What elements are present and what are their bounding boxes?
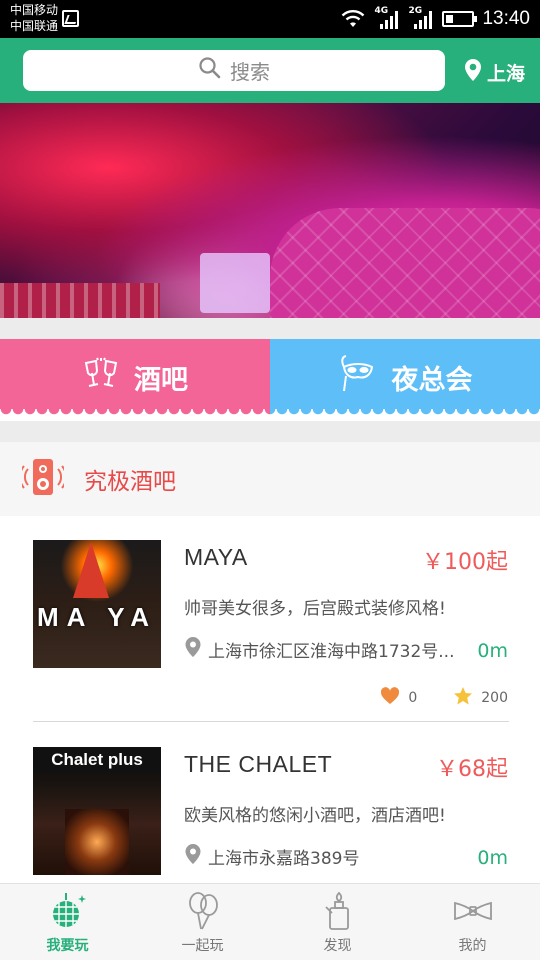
thumbnail-sign-text: Chalet plus (33, 747, 161, 773)
venue-price: ￥100起 (422, 550, 508, 575)
tab-discover-label: 发现 (323, 938, 352, 954)
category-bar-label: 酒吧 (134, 364, 188, 396)
city-selector[interactable]: 上海 (464, 58, 525, 87)
venue-card[interactable]: Chalet plus THE CHALET ￥68起 欧美风格的悠闲小酒吧，酒… (0, 722, 540, 883)
scalloped-divider (0, 409, 540, 421)
category-bar[interactable]: 酒吧 (0, 339, 270, 415)
tab-play[interactable]: 我要玩 (0, 884, 135, 960)
venue-metrics: 0 200 (380, 686, 508, 710)
likes-count[interactable]: 0 (380, 687, 417, 709)
masquerade-mask-icon (338, 354, 378, 400)
carrier-1: 中国移动 (10, 3, 59, 17)
venue-address-text: 上海市永嘉路389号 (208, 849, 360, 869)
venue-name: MAYA (184, 544, 248, 570)
carrier-2: 中国联通 (10, 19, 59, 33)
balloons-icon (183, 891, 223, 931)
speaker-icon (19, 457, 67, 501)
tab-play-label: 我要玩 (46, 938, 89, 954)
star-icon (453, 686, 473, 710)
wifi-icon (340, 9, 366, 29)
heart-icon (380, 687, 400, 709)
bottom-tab-bar: 我要玩 一起玩 发现 我的 (0, 883, 540, 960)
tab-together-label: 一起玩 (181, 938, 224, 954)
venue-address-text: 上海市徐汇区淮海中路1732号... (208, 642, 455, 662)
venue-distance: 0m (477, 847, 508, 869)
venue-address: 上海市徐汇区淮海中路1732号... (184, 636, 464, 663)
tab-together[interactable]: 一起玩 (135, 884, 270, 960)
status-indicators: 4G 2G 13:40 (340, 6, 530, 32)
lighter-icon (318, 891, 358, 931)
gallery-notification-icon (62, 10, 79, 27)
tab-mine-label: 我的 (458, 938, 487, 954)
tab-mine[interactable]: 我的 (405, 884, 540, 960)
app-header: 搜索 上海 (0, 38, 540, 103)
carrier-info: 中国移动 中国联通 (10, 2, 58, 34)
net-type-1: 4G (374, 6, 389, 16)
venue-thumbnail: MA YA (33, 540, 161, 668)
signal-4g-icon: 4G (374, 6, 400, 30)
net-type-2: 2G (408, 6, 423, 16)
disco-ball-icon (46, 891, 90, 931)
venue-thumbnail: Chalet plus (33, 747, 161, 875)
location-pin-icon (184, 843, 202, 870)
section-title: 究极酒吧 (84, 469, 176, 495)
venue-description: 帅哥美女很多，后宫殿式装修风格! (184, 599, 446, 619)
category-nightclub-label: 夜总会 (391, 364, 473, 396)
bow-tie-icon (451, 891, 495, 931)
location-pin-icon (184, 636, 202, 663)
search-icon (198, 56, 222, 85)
section-header: 究极酒吧 (0, 442, 540, 516)
venue-list[interactable]: MA YA MAYA ￥100起 帅哥美女很多，后宫殿式装修风格! 上海市徐汇区… (0, 516, 540, 883)
tab-discover[interactable]: 发现 (270, 884, 405, 960)
clock: 13:40 (482, 8, 530, 29)
signal-2g-icon: 2G (408, 6, 434, 30)
thumbnail-sign-text: MA YA (37, 602, 157, 632)
venue-distance: 0m (477, 640, 508, 662)
rating-score: 200 (453, 686, 508, 710)
status-bar: 中国移动 中国联通 4G 2G 13:40 (0, 0, 540, 38)
city-label: 上海 (486, 63, 525, 85)
venue-address: 上海市永嘉路389号 (184, 843, 464, 870)
category-tabs: 酒吧 夜总会 (0, 339, 540, 415)
battery-icon (442, 11, 478, 27)
search-bar[interactable]: 搜索 (23, 50, 445, 91)
venue-price: ￥68起 (436, 757, 508, 782)
location-pin-icon (464, 58, 482, 87)
search-placeholder: 搜索 (230, 60, 270, 84)
venue-description: 欧美风格的悠闲小酒吧，酒店酒吧! (184, 806, 446, 826)
banner-image (270, 208, 540, 318)
venue-card[interactable]: MA YA MAYA ￥100起 帅哥美女很多，后宫殿式装修风格! 上海市徐汇区… (0, 516, 540, 722)
venue-name: THE CHALET (184, 751, 333, 777)
banner-carousel[interactable] (0, 103, 540, 318)
category-nightclub[interactable]: 夜总会 (270, 339, 540, 415)
cheers-glasses-icon (82, 357, 120, 398)
likes-value: 0 (408, 690, 418, 706)
rating-value: 200 (481, 690, 508, 706)
